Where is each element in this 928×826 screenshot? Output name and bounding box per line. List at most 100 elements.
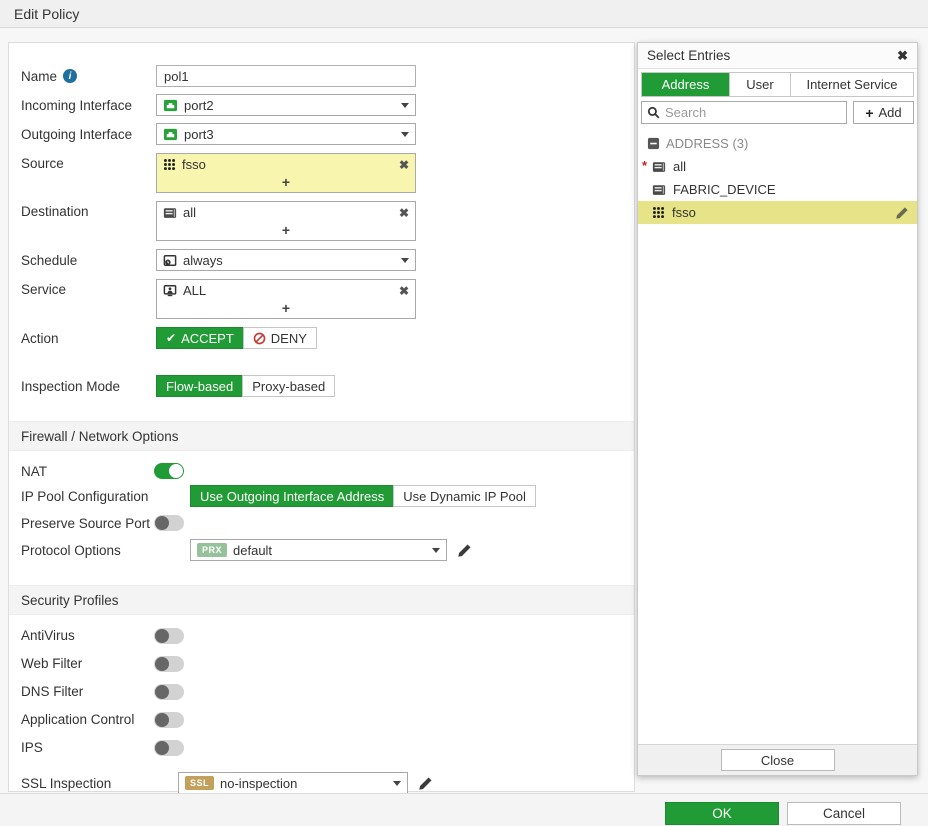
address-book-icon (163, 207, 177, 219)
action-row: Action ✔ ACCEPT DENY (21, 327, 634, 349)
antivirus-label: AntiVirus (21, 628, 154, 643)
edit-ssl-inspection-icon[interactable] (418, 776, 433, 791)
proxy-based-button[interactable]: Proxy-based (242, 375, 335, 397)
destination-field: all ✖ + (156, 201, 416, 241)
use-outgoing-interface-address-button[interactable]: Use Outgoing Interface Address (190, 485, 394, 507)
security-profiles-header: Security Profiles (9, 585, 634, 615)
deny-label: DENY (271, 331, 307, 346)
remove-entry-icon[interactable]: ✖ (399, 284, 409, 298)
action-accept-button[interactable]: ✔ ACCEPT (156, 327, 244, 349)
incoming-interface-select[interactable]: port2 (156, 94, 416, 116)
source-row: Source fsso ✖ + (21, 153, 634, 193)
application-control-toggle[interactable] (154, 712, 184, 728)
tab-internet-service[interactable]: Internet Service (791, 73, 913, 96)
add-service-button[interactable]: + (157, 301, 415, 318)
chevron-down-icon (401, 258, 409, 263)
preserve-source-port-row: Preserve Source Port (21, 515, 634, 531)
application-control-row: Application Control (21, 711, 634, 728)
name-row: Name i (21, 65, 634, 87)
toggle-knob (155, 685, 169, 699)
search-row: + Add (641, 101, 914, 124)
nat-toggle[interactable] (154, 463, 184, 479)
list-item-fabric-device[interactable]: FABRIC_DEVICE (638, 178, 917, 201)
inspection-mode-segment: Flow-based Proxy-based (156, 375, 335, 397)
protocol-options-label: Protocol Options (21, 543, 156, 558)
tab-address-label: Address (662, 77, 710, 92)
name-label: Name (21, 69, 57, 84)
cancel-button-label: Cancel (823, 806, 865, 821)
close-button-label: Close (761, 753, 794, 768)
name-input[interactable] (156, 65, 416, 87)
accept-label: ACCEPT (181, 331, 234, 346)
ips-toggle[interactable] (154, 740, 184, 756)
application-control-label: Application Control (21, 712, 154, 727)
chevron-down-icon (401, 103, 409, 108)
select-entries-footer: Close (638, 744, 917, 775)
tab-address[interactable]: Address (642, 73, 730, 96)
destination-label: Destination (21, 204, 156, 219)
ok-button-label: OK (712, 806, 732, 821)
list-item-all[interactable]: * all (638, 155, 917, 178)
toggle-knob (169, 464, 183, 478)
remove-entry-icon[interactable]: ✖ (399, 158, 409, 172)
add-button-label: Add (879, 105, 902, 120)
address-group-header[interactable]: ADDRESS (3) (638, 132, 917, 155)
policy-form-panel: Name i Incoming Interface port2 Outgoing… (8, 42, 635, 792)
list-item-name: FABRIC_DEVICE (673, 182, 776, 197)
tab-user[interactable]: User (730, 73, 791, 96)
web-filter-toggle[interactable] (154, 656, 184, 672)
search-input[interactable] (665, 105, 841, 120)
nat-label: NAT (21, 464, 154, 479)
dns-filter-toggle[interactable] (154, 684, 184, 700)
nat-row: NAT (21, 463, 634, 479)
ip-pool-label: IP Pool Configuration (21, 489, 156, 504)
remove-entry-icon[interactable]: ✖ (399, 206, 409, 220)
service-row: Service ALL ✖ + (21, 279, 634, 319)
edit-entry-icon[interactable] (895, 206, 909, 220)
fsso-group-icon (652, 206, 665, 219)
edit-protocol-options-icon[interactable] (457, 543, 472, 558)
info-icon[interactable]: i (63, 69, 77, 83)
service-label: Service (21, 282, 156, 297)
add-button[interactable]: + Add (853, 101, 914, 124)
inspection-mode-row: Inspection Mode Flow-based Proxy-based (21, 375, 634, 397)
preserve-source-port-toggle[interactable] (154, 515, 184, 531)
source-entry[interactable]: fsso ✖ (157, 154, 415, 175)
service-entry-name: ALL (183, 283, 206, 298)
ssl-inspection-select[interactable]: SSL no-inspection (178, 772, 408, 794)
outgoing-interface-label: Outgoing Interface (21, 127, 156, 142)
chevron-down-icon (393, 781, 401, 786)
close-button[interactable]: Close (721, 749, 835, 771)
add-destination-button[interactable]: + (157, 223, 415, 240)
outgoing-interface-row: Outgoing Interface port3 (21, 123, 634, 145)
outgoing-interface-select[interactable]: port3 (156, 123, 416, 145)
plus-icon: + (865, 105, 873, 121)
ip-pool-segment: Use Outgoing Interface Address Use Dynam… (190, 485, 536, 507)
proxy-based-label: Proxy-based (252, 379, 325, 394)
close-panel-icon[interactable]: ✖ (897, 48, 908, 64)
address-list: ADDRESS (3) * all FABRIC_DEVICE fsso (638, 132, 917, 224)
action-deny-button[interactable]: DENY (243, 327, 317, 349)
list-item-fsso[interactable]: fsso (638, 201, 917, 224)
cancel-button[interactable]: Cancel (787, 802, 901, 825)
service-entry[interactable]: ALL ✖ (157, 280, 415, 301)
ok-button[interactable]: OK (665, 802, 779, 825)
flow-based-button[interactable]: Flow-based (156, 375, 243, 397)
select-entries-header: Select Entries ✖ (638, 43, 917, 69)
address-book-icon (652, 161, 666, 173)
firewall-network-options-header: Firewall / Network Options (9, 421, 634, 451)
schedule-select[interactable]: always (156, 249, 416, 271)
edit-policy-page: Edit Policy Name i Incoming Interface po… (0, 0, 928, 826)
incoming-interface-value: port2 (184, 98, 214, 113)
add-source-button[interactable]: + (157, 175, 415, 192)
destination-entry[interactable]: all ✖ (157, 202, 415, 223)
ssl-inspection-label: SSL Inspection (21, 776, 156, 791)
inspection-mode-label: Inspection Mode (21, 379, 156, 394)
use-dynamic-ip-pool-button[interactable]: Use Dynamic IP Pool (393, 485, 536, 507)
protocol-options-select[interactable]: PRX default (190, 539, 447, 561)
toggle-knob (155, 657, 169, 671)
ips-label: IPS (21, 740, 154, 755)
flow-based-label: Flow-based (166, 379, 233, 394)
ip-pool-row: IP Pool Configuration Use Outgoing Inter… (21, 485, 634, 507)
antivirus-toggle[interactable] (154, 628, 184, 644)
